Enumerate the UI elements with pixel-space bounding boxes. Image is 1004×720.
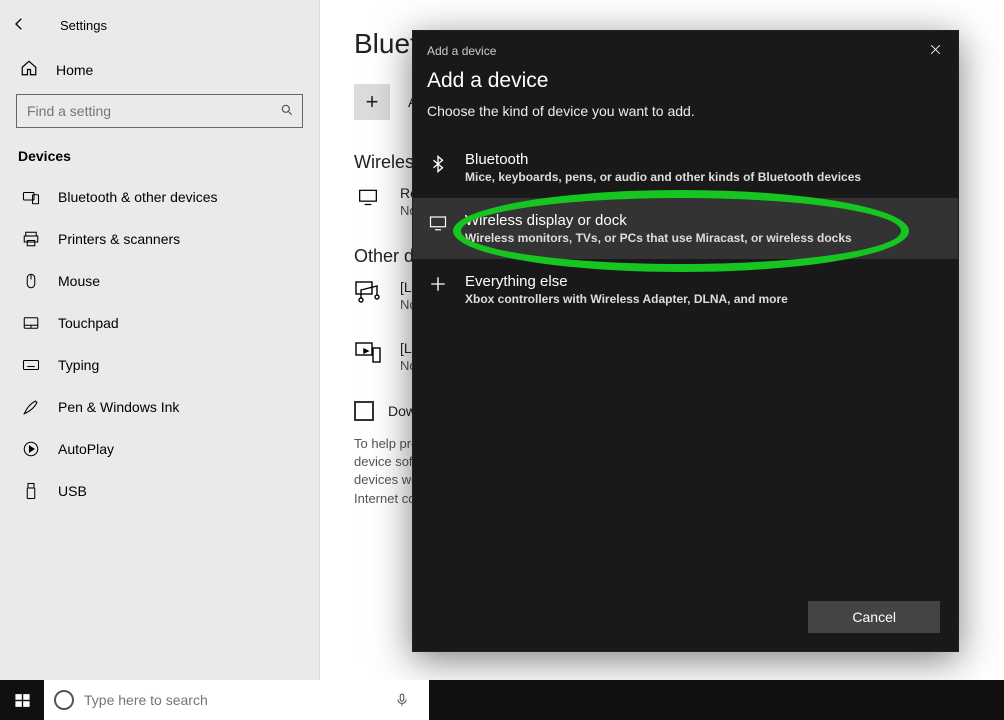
media-device-icon: [354, 340, 382, 364]
sidebar-item-typing[interactable]: Typing: [0, 344, 319, 386]
sidebar-item-mouse[interactable]: Mouse: [0, 260, 319, 302]
pen-icon: [22, 398, 40, 416]
cancel-button[interactable]: Cancel: [808, 601, 940, 633]
close-icon[interactable]: [929, 43, 942, 59]
home-icon: [20, 59, 38, 80]
monitor-icon: [427, 212, 449, 232]
search-icon: [280, 103, 294, 120]
sidebar-nav: Bluetooth & other devices Printers & sca…: [0, 174, 319, 512]
dialog-title: Add a device: [413, 63, 958, 99]
printer-icon: [22, 230, 40, 248]
dialog-option-bluetooth[interactable]: Bluetooth Mice, keyboards, pens, or audi…: [413, 137, 958, 198]
nav-label: AutoPlay: [58, 441, 114, 457]
sidebar-item-printers[interactable]: Printers & scanners: [0, 218, 319, 260]
app-name: Settings: [60, 18, 107, 33]
checkbox-icon[interactable]: [354, 401, 374, 421]
plus-icon[interactable]: +: [354, 84, 390, 120]
sidebar-item-bluetooth[interactable]: Bluetooth & other devices: [0, 176, 319, 218]
windows-icon: [14, 692, 31, 709]
microphone-icon[interactable]: [385, 691, 419, 709]
nav-label: Touchpad: [58, 315, 119, 331]
usb-icon: [22, 482, 40, 500]
plus-icon: [427, 273, 449, 293]
nav-label: Pen & Windows Ink: [58, 399, 179, 415]
sidebar-item-touchpad[interactable]: Touchpad: [0, 302, 319, 344]
touchpad-icon: [22, 314, 40, 332]
option-subtitle: Xbox controllers with Wireless Adapter, …: [465, 292, 788, 306]
dialog-option-everything-else[interactable]: Everything else Xbox controllers with Wi…: [413, 259, 958, 320]
option-subtitle: Mice, keyboards, pens, or audio and othe…: [465, 170, 861, 184]
sidebar-item-autoplay[interactable]: AutoPlay: [0, 428, 319, 470]
autoplay-icon: [22, 440, 40, 458]
dialog-option-wireless-display[interactable]: Wireless display or dock Wireless monito…: [413, 198, 958, 259]
start-button[interactable]: [0, 680, 44, 720]
media-device-icon: [354, 279, 382, 303]
monitor-icon: [354, 185, 382, 207]
sidebar-item-usb[interactable]: USB: [0, 470, 319, 512]
sidebar-search-input[interactable]: [25, 102, 280, 120]
taskbar-search[interactable]: [44, 680, 429, 720]
nav-label: Bluetooth & other devices: [58, 189, 218, 205]
bluetooth-icon: [427, 151, 449, 175]
mouse-icon: [22, 272, 40, 290]
sidebar: Settings Home Devices Bluetooth & other …: [0, 0, 320, 680]
nav-label: USB: [58, 483, 87, 499]
home-label: Home: [56, 62, 93, 78]
sidebar-search[interactable]: [16, 94, 303, 128]
dialog-caption: Add a device: [427, 44, 496, 58]
sidebar-item-pen[interactable]: Pen & Windows Ink: [0, 386, 319, 428]
nav-label: Printers & scanners: [58, 231, 180, 247]
nav-label: Typing: [58, 357, 99, 373]
keyboard-icon: [22, 356, 40, 374]
option-title: Bluetooth: [465, 151, 861, 168]
back-icon[interactable]: [12, 16, 28, 35]
taskbar: [0, 680, 1004, 720]
settings-window: Settings Home Devices Bluetooth & other …: [0, 0, 1004, 680]
taskbar-search-input[interactable]: [82, 691, 377, 709]
option-subtitle: Wireless monitors, TVs, or PCs that use …: [465, 231, 852, 245]
sidebar-home[interactable]: Home: [0, 41, 319, 94]
devices-icon: [22, 188, 40, 206]
sidebar-category: Devices: [0, 148, 319, 174]
option-title: Everything else: [465, 273, 788, 290]
cortana-icon: [54, 690, 74, 710]
add-device-dialog: Add a device Add a device Choose the kin…: [412, 30, 959, 652]
nav-label: Mouse: [58, 273, 100, 289]
dialog-subtitle: Choose the kind of device you want to ad…: [413, 99, 958, 137]
option-title: Wireless display or dock: [465, 212, 852, 229]
